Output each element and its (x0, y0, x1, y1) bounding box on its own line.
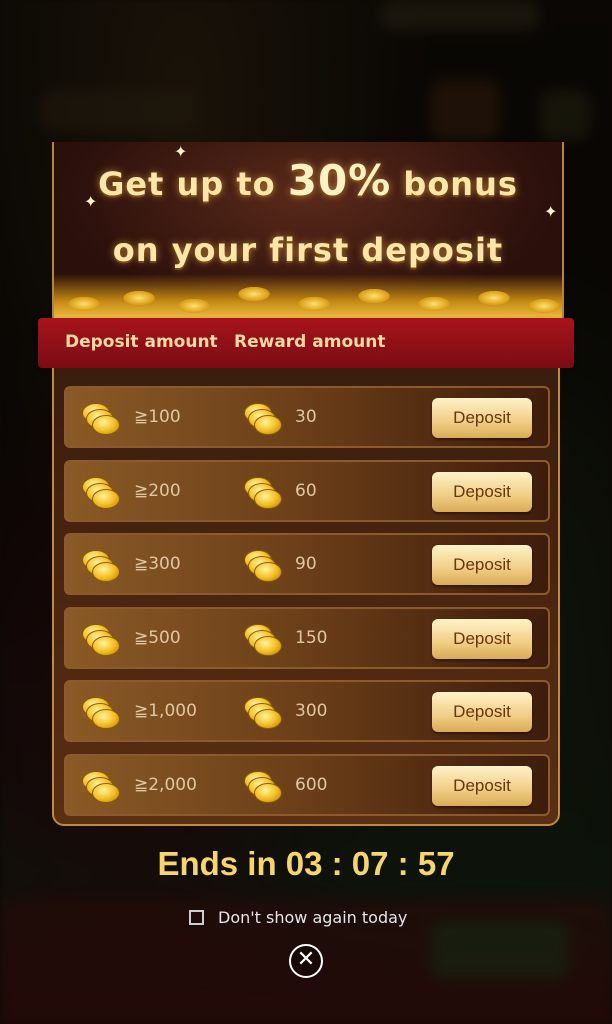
reward-amount: 600 (295, 775, 328, 795)
deposit-amount: ≧300 (134, 554, 181, 575)
reward-coins-icon (244, 771, 284, 803)
dont-show-label: Don't show again today (218, 907, 408, 927)
deposit-coins-icon (82, 623, 122, 656)
deposit-amount: ≧200 (134, 480, 181, 501)
deposit-coins-icon (82, 476, 122, 509)
deposit-coins-icon (82, 403, 122, 435)
deposit-button[interactable]: Deposit (432, 545, 532, 586)
sparkle-icon: ✦ (544, 202, 558, 221)
deposit-button[interactable]: Deposit (432, 618, 532, 659)
deposit-table: ≧100 30 Deposit ≧200 60 Deposit ≧300 90 Deposit ≧… (52, 368, 560, 826)
deposit-amount: ≧500 (134, 627, 181, 648)
deposit-coins-icon (82, 771, 122, 803)
deposit-button[interactable]: Deposit (432, 692, 532, 733)
close-icon[interactable]: ✕ (289, 944, 323, 978)
reward-amount: 30 (295, 407, 317, 427)
reward-coins-icon (244, 697, 284, 730)
reward-coins-icon (244, 623, 284, 656)
reward-amount-header: Reward amount (234, 332, 386, 352)
table-row: ≧2,000 600 Deposit (64, 754, 550, 816)
table-row: ≧300 90 Deposit (64, 533, 550, 596)
banner-title: Get up to 30% bonus on your first deposi… (54, 148, 562, 283)
reward-amount: 90 (295, 554, 317, 575)
deposit-amount: ≧2,000 (134, 775, 197, 795)
deposit-coins-icon (82, 697, 122, 730)
deposit-coins-icon (82, 550, 122, 583)
reward-coins-icon (244, 550, 284, 583)
reward-amount: 60 (295, 480, 317, 501)
reward-coins-icon (244, 476, 284, 509)
sparkle-icon: ✦ (84, 192, 98, 211)
reward-amount: 150 (295, 627, 328, 648)
bonus-percent: 30% (287, 156, 392, 205)
deposit-button[interactable]: Deposit (432, 766, 532, 806)
deposit-amount: ≧100 (134, 407, 181, 427)
table-row: ≧1,000 300 Deposit (64, 680, 550, 743)
promo-banner: Get up to 30% bonus on your first deposi… (52, 142, 564, 320)
table-row: ≧500 150 Deposit (64, 606, 550, 669)
deposit-button[interactable]: Deposit (432, 471, 532, 512)
deposit-amount-header: Deposit amount (65, 332, 218, 352)
deposit-button[interactable]: Deposit (432, 398, 532, 438)
deposit-amount: ≧1,000 (134, 701, 197, 722)
countdown-timer: Ends in 03 : 07 : 57 (157, 845, 455, 882)
sparkle-icon: ✦ (174, 142, 188, 161)
dont-show-again-toggle[interactable]: Don't show again today (189, 906, 407, 928)
reward-coins-icon (244, 403, 284, 435)
table-header: Deposit amount Reward amount (38, 318, 574, 368)
reward-amount: 300 (295, 701, 328, 722)
table-row: ≧200 60 Deposit (64, 459, 550, 522)
coin-pile-illustration (54, 274, 562, 320)
table-row: ≧100 30 Deposit (64, 386, 550, 448)
checkbox[interactable] (189, 909, 204, 925)
